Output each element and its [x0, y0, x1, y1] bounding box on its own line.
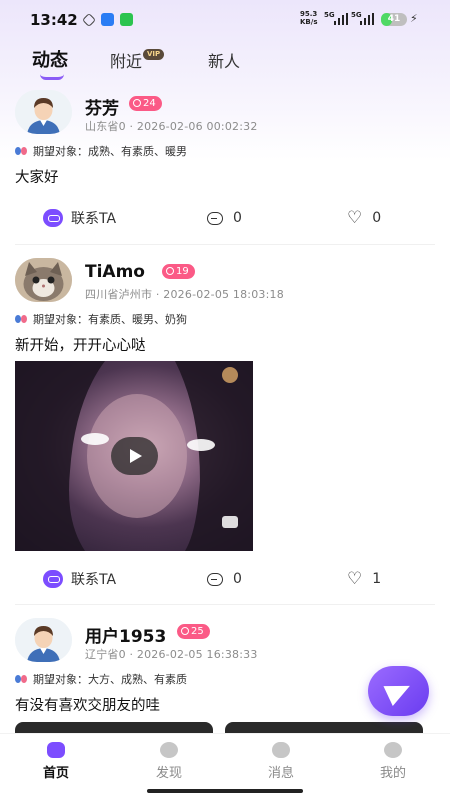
comment-button[interactable]: 0: [207, 568, 242, 590]
chat-bubble-icon: [181, 627, 189, 635]
level-value: 25: [191, 626, 204, 637]
level-badge: 25: [177, 624, 210, 639]
nav-discover[interactable]: 发现: [139, 742, 199, 781]
contact-button[interactable]: 联系TA: [43, 568, 116, 590]
post-video[interactable]: [15, 361, 253, 551]
avatar[interactable]: [15, 258, 72, 302]
level-value: 19: [176, 266, 189, 277]
post-meta: 辽宁省0 · 2026-02-05 16:38:33: [85, 648, 258, 661]
comment-count: 0: [233, 210, 242, 226]
post-actions: 联系TA 0 ♡ 1: [0, 568, 450, 592]
contact-label: 联系TA: [71, 211, 117, 227]
chat-bubble-icon: [133, 99, 141, 107]
alipay-icon: [101, 13, 114, 26]
like-count: 0: [372, 210, 382, 226]
signal-bars-icon: [334, 13, 348, 25]
profile-icon: [384, 742, 402, 758]
nav-label: 发现: [155, 766, 182, 781]
male-avatar-icon: [15, 90, 72, 134]
play-icon[interactable]: [111, 437, 158, 475]
level-badge: 19: [162, 264, 195, 279]
tab-dynamic[interactable]: 动态: [32, 46, 68, 72]
active-tab-indicator: [40, 74, 64, 80]
battery-level: 41: [387, 14, 401, 24]
wechat-icon: [120, 13, 133, 26]
cat-avatar-icon: [15, 258, 72, 302]
couple-icon: [15, 674, 28, 684]
charging-icon: ⚡: [410, 12, 418, 25]
expectation-line: 期望对象：大方、成熟、有素质: [15, 671, 187, 687]
comment-button[interactable]: 0: [207, 207, 242, 229]
username[interactable]: 芬芳: [85, 94, 119, 119]
avatar[interactable]: [15, 618, 72, 662]
contact-button[interactable]: 联系TA: [43, 207, 116, 229]
post-actions: 联系TA 0 ♡ 0: [0, 207, 450, 231]
net-speed-unit: KB/s: [300, 18, 318, 26]
heart-icon: ♡: [347, 207, 363, 228]
network-speed: 95.3 KB/s: [300, 10, 317, 26]
level-value: 24: [143, 98, 156, 109]
nav-profile[interactable]: 我的: [363, 742, 423, 781]
status-bar: 13:42 95.3 KB/s 5G 5G 41 ⚡: [0, 0, 450, 40]
nav-home[interactable]: 首页: [26, 742, 86, 781]
publish-button[interactable]: [368, 666, 429, 716]
expectation-line: 期望对象：成熟、有素质、暖男: [15, 143, 187, 159]
username[interactable]: 用户1953: [85, 622, 166, 647]
male-avatar-icon: [15, 618, 72, 662]
heart-icon: ♡: [347, 568, 363, 589]
like-button[interactable]: ♡ 0: [347, 207, 381, 229]
contact-label: 联系TA: [71, 572, 117, 588]
like-count: 1: [372, 571, 382, 587]
username[interactable]: TiAmo: [85, 262, 145, 282]
like-button[interactable]: ♡ 1: [347, 568, 381, 590]
status-time: 13:42: [30, 11, 78, 29]
nav-label: 消息: [267, 766, 294, 781]
expectation-text: 期望对象：成熟、有素质、暖男: [33, 145, 187, 158]
tab-nearby[interactable]: 附近: [110, 48, 142, 72]
contact-icon: [43, 209, 63, 227]
vip-badge: VIP: [143, 49, 165, 60]
top-tabs: 动态 附近 VIP 新人: [0, 44, 450, 80]
tab-newcomers[interactable]: 新人: [208, 48, 240, 72]
nav-label: 我的: [379, 766, 406, 781]
home-icon: [47, 742, 65, 758]
nav-messages[interactable]: 消息: [251, 742, 311, 781]
comment-icon: [207, 572, 223, 586]
couple-icon: [15, 146, 28, 156]
comment-icon: [207, 211, 223, 225]
post-text: 新开始，开开心心哒: [15, 338, 146, 354]
expectation-line: 期望对象：有素质、暖男、奶狗: [15, 311, 187, 327]
post-meta: 山东省0 · 2026-02-06 00:02:32: [85, 120, 258, 133]
discover-icon: [160, 742, 178, 758]
post-divider: [15, 604, 435, 605]
notification-app-icon: [81, 12, 97, 28]
nav-label: 首页: [42, 766, 69, 781]
level-badge: 24: [129, 96, 162, 111]
expectation-text: 期望对象：有素质、暖男、奶狗: [33, 313, 187, 326]
paper-plane-icon: [383, 675, 415, 707]
message-icon: [272, 742, 290, 758]
post-text: 有没有喜欢交朋友的哇: [15, 698, 160, 714]
net-speed-value: 95.3: [300, 10, 318, 18]
avatar[interactable]: [15, 90, 72, 134]
signal-bars-icon: [360, 13, 374, 25]
comment-count: 0: [233, 571, 242, 587]
battery-icon: 41: [381, 13, 407, 26]
home-indicator: [147, 789, 303, 793]
post-divider: [15, 244, 435, 245]
post-text: 大家好: [15, 170, 59, 186]
chat-bubble-icon: [166, 267, 174, 275]
contact-icon: [43, 570, 63, 588]
couple-icon: [15, 314, 28, 324]
post-meta: 四川省泸州市 · 2026-02-05 18:03:18: [85, 288, 284, 301]
expectation-text: 期望对象：大方、成熟、有素质: [33, 673, 187, 686]
